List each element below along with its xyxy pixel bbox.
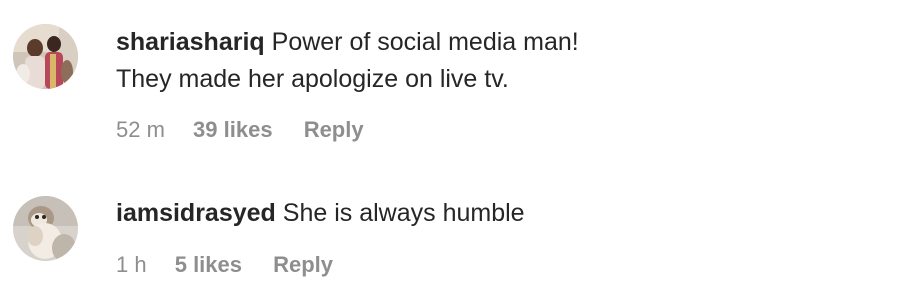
comment-likes-count[interactable]: 39 likes bbox=[193, 116, 273, 144]
comment-body-line1: Power of social media man! bbox=[271, 28, 579, 56]
comment-body-line1: She is always humble bbox=[282, 199, 525, 227]
comment-body-line2: They made her apologize on live tv. bbox=[116, 65, 509, 93]
avatar-photo-icon bbox=[13, 196, 78, 261]
comment-username[interactable]: shariashariq bbox=[116, 28, 265, 56]
comment-text: shariashariq Power of social media man! … bbox=[116, 24, 887, 98]
comment-item: iamsidrasyed She is always humble 1 h 5 … bbox=[0, 160, 897, 287]
avatar[interactable] bbox=[13, 196, 78, 261]
comment-timestamp: 52 m bbox=[116, 117, 165, 142]
comment-meta: 1 h 5 likes Reply bbox=[116, 251, 333, 279]
comment-text: iamsidrasyed She is always humble bbox=[116, 195, 887, 232]
comment-meta: 52 m 39 likes Reply bbox=[116, 116, 364, 144]
avatar[interactable] bbox=[13, 24, 78, 89]
comment-likes-count[interactable]: 5 likes bbox=[175, 251, 242, 279]
comment-timestamp: 1 h bbox=[116, 252, 147, 277]
comment-item: shariashariq Power of social media man! … bbox=[0, 0, 897, 160]
comment-username[interactable]: iamsidrasyed bbox=[116, 199, 276, 227]
reply-button[interactable]: Reply bbox=[304, 116, 364, 144]
avatar-photo-icon bbox=[13, 24, 78, 89]
reply-button[interactable]: Reply bbox=[273, 251, 333, 279]
